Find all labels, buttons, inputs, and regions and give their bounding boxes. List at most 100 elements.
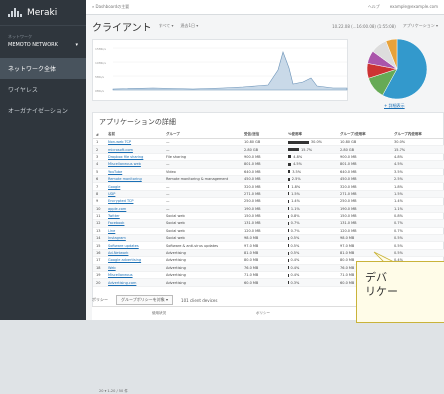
filter-dropdown[interactable]: すべて ▾ xyxy=(159,23,174,29)
table-row[interactable]: 11TwitterSocial web150.0 MB0.8%150.0 MB0… xyxy=(93,212,444,219)
meraki-logo[interactable]: Meraki xyxy=(0,0,86,26)
app-link[interactable]: Facebook xyxy=(108,221,124,225)
table-cell[interactable]: YouTube xyxy=(105,168,163,175)
table-cell: 4.8% xyxy=(391,153,444,160)
table-row[interactable]: 13LineSocial web120.0 MB0.7%120.0 MB0.7% xyxy=(93,227,444,234)
table-cell[interactable]: Advertising.com xyxy=(105,279,163,286)
app-link[interactable]: Remote monitoring xyxy=(108,177,142,181)
table-cell[interactable]: Remote monitoring xyxy=(105,175,163,182)
app-link[interactable]: Instagram xyxy=(108,236,126,240)
table-cell: 10.80 GB xyxy=(337,139,391,146)
callout-line-2: リケー xyxy=(365,285,444,299)
table-cell[interactable]: Twitter xyxy=(105,212,163,219)
app-link[interactable]: UDP xyxy=(108,192,115,196)
table-row[interactable]: 5YouTubeVideo640.0 MB3.5%640.0 MB3.5% xyxy=(93,168,444,175)
network-selector[interactable]: MEMOTO NETWORK ▾ xyxy=(0,40,86,58)
table-cell[interactable]: Software updates xyxy=(105,242,163,249)
usage-percent: 0.4% xyxy=(290,273,299,277)
app-link[interactable]: Miscellaneous xyxy=(108,273,133,277)
usage-percent: 1.5% xyxy=(291,192,300,196)
usage-percent: 3.5% xyxy=(292,170,301,174)
column-header[interactable]: グループ内使用率 xyxy=(391,131,444,139)
table-cell[interactable]: Encrypted TCP xyxy=(105,198,163,205)
table-row[interactable]: 8UDP—271.0 MB1.5%271.0 MB1.5% xyxy=(93,190,444,197)
table-cell[interactable]: Dropbox file sharing xyxy=(105,153,163,160)
table-cell[interactable]: Ad-Network xyxy=(105,249,163,256)
help-link[interactable]: ヘルプ xyxy=(368,4,380,10)
usage-chart[interactable]: 15Mb/s 10Mb/s 5Mb/s 0Mb/s xyxy=(92,39,348,101)
table-row[interactable]: 1Non-web TCP—10.80 GB30.0%10.80 GB30.0% xyxy=(93,139,444,146)
table-cell: 320.0 MB xyxy=(241,183,285,190)
usage-bar xyxy=(288,170,290,173)
table-row[interactable]: 3Dropbox file sharingFile sharing900.0 M… xyxy=(93,153,444,160)
policy-select[interactable]: グループポリシーを対象 ▾ xyxy=(116,295,173,305)
sidebar-item-wireless[interactable]: ワイヤレス xyxy=(0,79,86,100)
app-dropdown[interactable]: アプリケーション ▾ xyxy=(403,23,438,29)
table-cell: 450.0 MB xyxy=(241,175,285,182)
table-cell[interactable]: Instagram xyxy=(105,235,163,242)
column-header[interactable]: 使用状況 xyxy=(152,311,166,316)
column-header[interactable]: 受信/送信 xyxy=(241,131,285,139)
app-link[interactable]: Google xyxy=(108,185,120,189)
table-cell: 81.0 MB xyxy=(241,249,285,256)
app-link[interactable]: Ad-Network xyxy=(108,251,128,255)
table-cell[interactable]: Line xyxy=(105,227,163,234)
table-row[interactable]: 12FacebookSocial web131.0 MB0.7%131.0 MB… xyxy=(93,220,444,227)
usage-bar xyxy=(288,200,289,203)
table-cell[interactable]: Facebook xyxy=(105,220,163,227)
app-link[interactable]: Web xyxy=(108,266,116,270)
table-cell: 0.5% xyxy=(285,249,337,256)
usage-percent: 0.4% xyxy=(290,258,299,262)
table-row[interactable]: 4Miscellaneous web—801.0 MB4.5%801.0 MB4… xyxy=(93,161,444,168)
table-cell: 97.0 MB xyxy=(337,242,391,249)
pagination[interactable]: 20 ▾ 1-20 / 50 件 xyxy=(99,389,128,394)
table-row[interactable]: 15Software updatesSoftware & anti-virus … xyxy=(93,242,444,249)
column-header[interactable]: グループ xyxy=(163,131,241,139)
sidebar-item-organization[interactable]: オーガナイゼーション xyxy=(0,100,86,121)
table-row[interactable]: 2microsoft.com—2.80 GB15.7%2.80 GB15.7% xyxy=(93,146,444,153)
timespan-dropdown[interactable]: 過去1日 ▾ xyxy=(180,23,198,29)
app-link[interactable]: Advertising.com xyxy=(108,281,136,285)
table-cell: 71.0 MB xyxy=(241,272,285,279)
app-link[interactable]: YouTube xyxy=(108,170,122,174)
column-header[interactable]: 名前 xyxy=(105,131,163,139)
app-link[interactable]: Encrypted TCP xyxy=(108,199,133,203)
table-cell[interactable]: Web xyxy=(105,264,163,271)
table-cell[interactable]: Google advertising xyxy=(105,257,163,264)
app-link[interactable]: microsoft.com xyxy=(108,148,133,152)
table-cell[interactable]: Google xyxy=(105,183,163,190)
table-row[interactable]: 16Ad-NetworkAdvertising81.0 MB0.5%81.0 M… xyxy=(93,249,444,256)
app-link[interactable]: Twitter xyxy=(108,214,120,218)
sidebar-item-network-wide[interactable]: ネットワーク全体 xyxy=(0,58,86,79)
app-link[interactable]: Miscellaneous web xyxy=(108,162,141,166)
table-cell[interactable]: apple.com xyxy=(105,205,163,212)
app-link[interactable]: Line xyxy=(108,229,115,233)
usage-percent: 0.4% xyxy=(290,266,299,270)
pie-details-link[interactable]: + 詳細表示 xyxy=(384,103,405,109)
table-cell[interactable]: Miscellaneous web xyxy=(105,161,163,168)
table-cell[interactable]: microsoft.com xyxy=(105,146,163,153)
user-menu[interactable]: example@example.com xyxy=(390,4,438,10)
app-link[interactable]: apple.com xyxy=(108,207,126,211)
network-label: ネットワーク xyxy=(0,26,86,40)
column-header[interactable]: # xyxy=(93,131,105,139)
table-cell: 0.7% xyxy=(285,220,337,227)
table-cell[interactable]: Miscellaneous xyxy=(105,272,163,279)
table-cell[interactable]: UDP xyxy=(105,190,163,197)
app-link[interactable]: Non-web TCP xyxy=(108,140,131,144)
table-row[interactable]: 7Google—320.0 MB1.8%320.0 MB1.8% xyxy=(93,183,444,190)
usage-bar xyxy=(288,207,289,210)
app-link[interactable]: Google advertising xyxy=(108,258,141,262)
table-row[interactable]: 6Remote monitoringRemote monitoring & ma… xyxy=(93,175,444,182)
app-link[interactable]: Software updates xyxy=(108,244,139,248)
table-cell[interactable]: Non-web TCP xyxy=(105,139,163,146)
table-row[interactable]: 9Encrypted TCP—250.0 MB1.4%250.0 MB1.4% xyxy=(93,198,444,205)
breadcrumb[interactable]: ⌕ Dashboardの主要 xyxy=(92,4,129,10)
column-header[interactable]: ポリシー xyxy=(256,311,270,316)
app-link[interactable]: Dropbox file sharing xyxy=(108,155,143,159)
application-pie-chart[interactable] xyxy=(366,38,428,100)
table-row[interactable]: 10apple.com—190.0 MB1.1%190.0 MB1.1% xyxy=(93,205,444,212)
table-row[interactable]: 14InstagramSocial web98.0 MB0.5%98.0 MB0… xyxy=(93,235,444,242)
column-header[interactable]: グループ/使用率 xyxy=(337,131,391,139)
column-header[interactable]: %使用率 xyxy=(285,131,337,139)
